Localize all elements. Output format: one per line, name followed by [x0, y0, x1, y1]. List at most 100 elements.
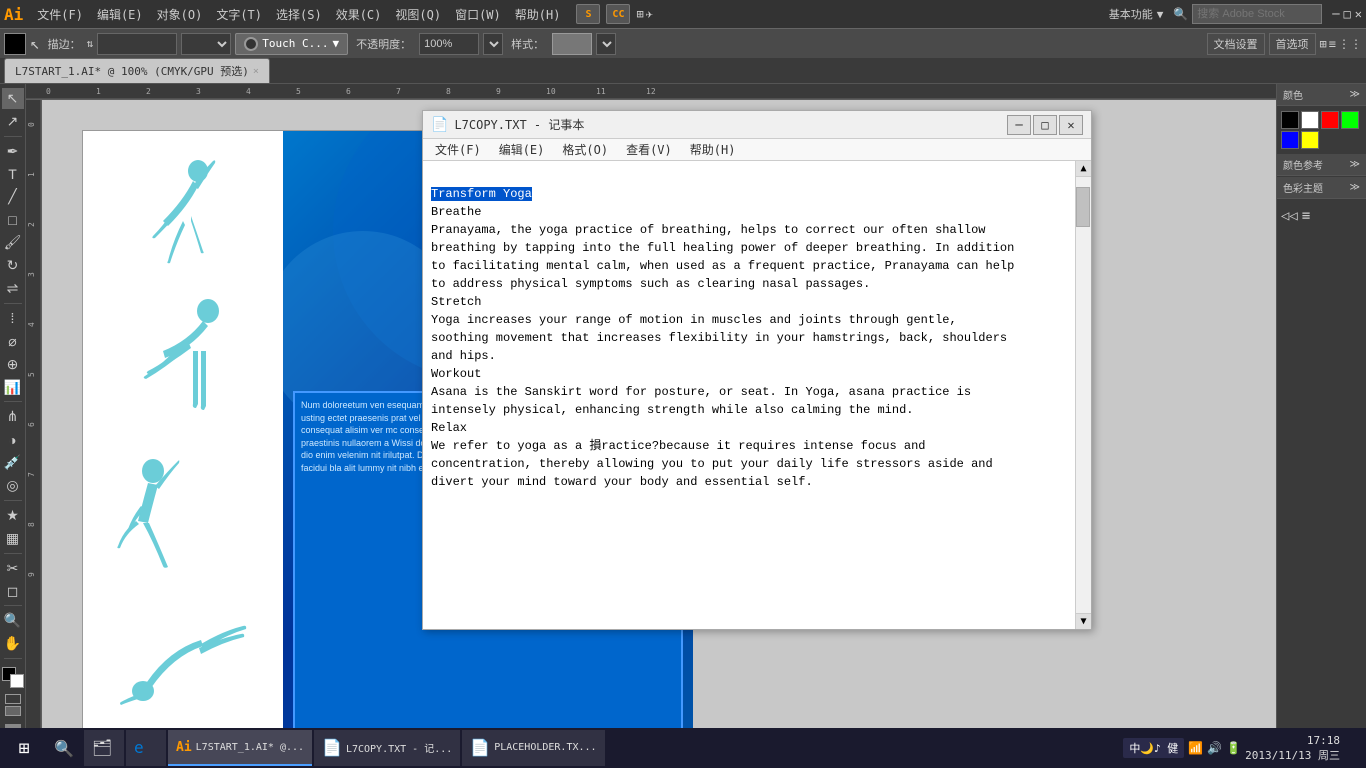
- color-swatch-red[interactable]: [1321, 111, 1339, 129]
- select-tool[interactable]: ↖: [2, 88, 24, 109]
- tab-close-btn[interactable]: ×: [253, 66, 259, 77]
- system-clock[interactable]: 17:18 2013/11/13 周三: [1245, 734, 1340, 763]
- taskbar-app-notepad1[interactable]: 📄 L7COPY.TXT - 记...: [314, 730, 460, 766]
- color-swatch-blue[interactable]: [1281, 131, 1299, 149]
- symbol-tool[interactable]: ★: [2, 505, 24, 526]
- rect-tool[interactable]: □: [2, 209, 24, 230]
- menu-effect[interactable]: 效果(C): [330, 4, 388, 25]
- cc-panel[interactable]: CC: [606, 4, 630, 24]
- warp-tool[interactable]: ⌀: [2, 331, 24, 352]
- stroke-select[interactable]: [181, 33, 231, 55]
- column-tool[interactable]: ▦: [2, 528, 24, 549]
- opacity-input[interactable]: [419, 33, 479, 55]
- pen-tool[interactable]: ✒: [2, 141, 24, 162]
- scale-tool[interactable]: ⊕: [2, 354, 24, 375]
- color-swatch-yellow[interactable]: [1301, 131, 1319, 149]
- taskbar-app-edge[interactable]: e: [126, 730, 166, 766]
- notepad-text-area[interactable]: Transform Yoga Breathe Pranayama, the yo…: [423, 161, 1075, 629]
- scroll-down-btn[interactable]: ▼: [1076, 613, 1091, 629]
- minimize-btn[interactable]: ─: [1332, 7, 1339, 21]
- search-button[interactable]: 🔍: [46, 730, 82, 766]
- notepad-menu-format[interactable]: 格式(O): [554, 139, 616, 160]
- search-input[interactable]: [1192, 4, 1322, 24]
- opacity-unit-select[interactable]: [483, 33, 503, 55]
- color-panel-expand[interactable]: ≫: [1350, 89, 1360, 100]
- fill-stroke-swatches[interactable]: [2, 667, 24, 688]
- scroll-up-btn[interactable]: ▲: [1076, 161, 1091, 177]
- menu-select[interactable]: 选择(S): [270, 4, 328, 25]
- doc-settings-btn[interactable]: 文档设置: [1207, 33, 1265, 55]
- taskbar-app-illustrator[interactable]: Ai L7START_1.AI* @...: [168, 730, 312, 766]
- taskbar-app-notepad2[interactable]: 📄 PLACEHOLDER.TX...: [462, 730, 604, 766]
- panel-left-icon[interactable]: ◁◁: [1281, 208, 1298, 224]
- workspace-label[interactable]: 基本功能: [1109, 6, 1153, 22]
- scroll-thumb[interactable]: [1076, 187, 1090, 227]
- eyedropper-tool[interactable]: 💉: [2, 452, 24, 473]
- notepad-menu-file[interactable]: 文件(F): [427, 139, 489, 160]
- canvas[interactable]: Num doloreetum ven esequam ver suscipist…: [42, 100, 1276, 742]
- notepad-scrollbar[interactable]: ▲ ▼: [1075, 161, 1091, 629]
- main-area: ↖ ↗ ✒ T ╱ □ 🖌 ↻ ⇌ ⁞ ⌀ ⊕ 📊 ⋔ ◑ 💉 ◎ ★ ▦ ✂ …: [0, 84, 1366, 742]
- panel-options-icon[interactable]: ≡: [1302, 208, 1310, 224]
- direct-select-tool[interactable]: ↗: [2, 111, 24, 132]
- notepad-minimize-btn[interactable]: ─: [1007, 115, 1031, 135]
- workspace-arrow[interactable]: ▼: [1157, 8, 1164, 21]
- menu-view[interactable]: 视图(Q): [389, 4, 447, 25]
- style-swatch[interactable]: [552, 33, 592, 55]
- notepad-menu-help[interactable]: 帮助(H): [682, 139, 744, 160]
- blend-tool[interactable]: ◎: [2, 475, 24, 496]
- menu-file[interactable]: 文件(F): [31, 4, 89, 25]
- network-icon[interactable]: 📶: [1188, 741, 1203, 755]
- ime-indicator[interactable]: 中🌙♪ 健: [1123, 738, 1184, 758]
- svg-text:4: 4: [27, 322, 36, 327]
- panel-icons-row: ◁◁ ≡: [1277, 204, 1366, 228]
- yoga-pose-1: [113, 151, 233, 291]
- eraser-tool[interactable]: ◻: [2, 581, 24, 602]
- color-theme-expand[interactable]: ≫: [1350, 182, 1360, 193]
- menu-object[interactable]: 对象(O): [151, 4, 209, 25]
- touch-selector[interactable]: Touch C... ▼: [235, 33, 348, 55]
- menu-window[interactable]: 窗口(W): [449, 4, 507, 25]
- slice-tool[interactable]: ✂: [2, 558, 24, 579]
- gradient-tool[interactable]: ◑: [2, 429, 24, 450]
- hand-tool[interactable]: ✋: [2, 633, 24, 654]
- zoom-tool[interactable]: 🔍: [2, 610, 24, 631]
- notepad-icon: 📄: [431, 117, 448, 133]
- color-swatch-black[interactable]: [1281, 111, 1299, 129]
- notepad-menu-edit[interactable]: 编辑(E): [491, 139, 553, 160]
- preferences-btn[interactable]: 首选项: [1269, 33, 1316, 55]
- color-theme-label: 色彩主题: [1283, 180, 1323, 195]
- normal-mode[interactable]: [5, 694, 21, 704]
- brush-tool[interactable]: 🖌: [2, 232, 24, 253]
- graph-tool[interactable]: 📊: [2, 377, 24, 398]
- taskbar-app-1[interactable]: 🗂: [84, 730, 124, 766]
- rotate-tool[interactable]: ↻: [2, 255, 24, 276]
- notepad-maximize-btn[interactable]: □: [1033, 115, 1057, 135]
- fill-color-swatch[interactable]: [4, 33, 26, 55]
- notepad-close-btn[interactable]: ✕: [1059, 115, 1083, 135]
- document-tab[interactable]: L7START_1.AI* @ 100% (CMYK/GPU 预选) ×: [4, 58, 270, 83]
- notepad-menu-view[interactable]: 查看(V): [618, 139, 680, 160]
- maximize-btn[interactable]: □: [1344, 7, 1351, 21]
- style-select[interactable]: [596, 33, 616, 55]
- mirror-tool[interactable]: ⇌: [2, 278, 24, 299]
- menu-help[interactable]: 帮助(H): [509, 4, 567, 25]
- width-tool[interactable]: ⁞: [2, 308, 24, 329]
- yoga-pose-4: [113, 606, 273, 726]
- color-swatch-green[interactable]: [1341, 111, 1359, 129]
- stroke-control[interactable]: ⇅: [87, 37, 94, 50]
- mesh-tool[interactable]: ⋔: [2, 406, 24, 427]
- type-tool[interactable]: T: [2, 164, 24, 185]
- line-tool[interactable]: ╱: [2, 187, 24, 208]
- menu-text[interactable]: 文字(T): [210, 4, 268, 25]
- mask-mode[interactable]: [5, 706, 21, 716]
- close-btn[interactable]: ✕: [1355, 7, 1362, 21]
- touch-dropdown-arrow[interactable]: ▼: [333, 37, 340, 50]
- volume-icon[interactable]: 🔊: [1207, 741, 1222, 755]
- color-swatch-white[interactable]: [1301, 111, 1319, 129]
- color-ref-expand[interactable]: ≫: [1350, 159, 1360, 170]
- extension-panel[interactable]: S: [576, 4, 600, 24]
- windows-taskbar: ⊞ 🔍 🗂 e Ai L7START_1.AI* @... 📄 L7COPY.T…: [0, 728, 1366, 768]
- start-button[interactable]: ⊞: [4, 730, 44, 766]
- menu-edit[interactable]: 编辑(E): [91, 4, 149, 25]
